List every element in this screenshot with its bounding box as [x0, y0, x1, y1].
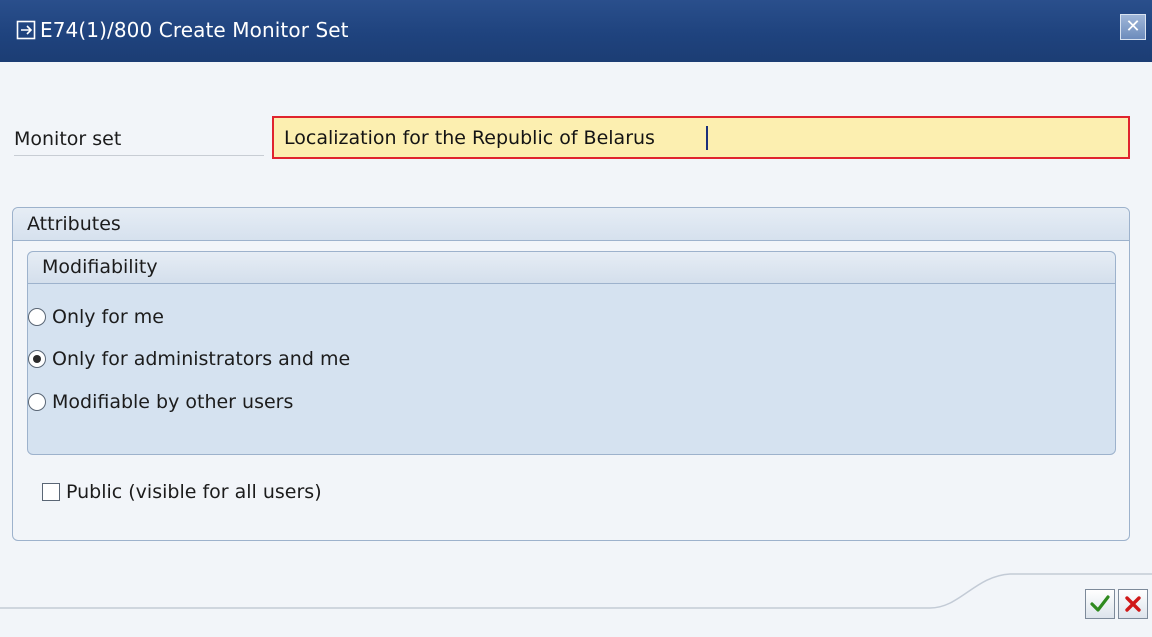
- radio-modifiable-by-others[interactable]: Modifiable by other users: [28, 387, 293, 417]
- confirm-glyph: [1090, 595, 1110, 612]
- monitor-set-input[interactable]: [274, 118, 1128, 157]
- radio-only-for-me[interactable]: Only for me: [28, 302, 164, 332]
- modifiability-header: Modifiability: [28, 252, 1115, 284]
- radio-only-for-admins-and-me[interactable]: Only for administrators and me: [28, 344, 350, 374]
- radio-button[interactable]: [28, 393, 46, 411]
- radio-button[interactable]: [28, 308, 46, 326]
- cancel-glyph: [1125, 596, 1141, 612]
- close-icon[interactable]: ✕: [1120, 14, 1146, 40]
- radio-label: Modifiable by other users: [52, 391, 294, 413]
- monitor-set-field-frame: [272, 116, 1130, 159]
- window-title: E74(1)/800 Create Monitor Set: [40, 18, 349, 42]
- radio-label: Only for me: [52, 306, 164, 328]
- attributes-header: Attributes: [13, 208, 1129, 241]
- radio-label: Only for administrators and me: [52, 348, 351, 370]
- checkmark-icon[interactable]: [1085, 589, 1115, 619]
- text-caret: [706, 126, 708, 150]
- public-checkbox-row[interactable]: Public (visible for all users): [42, 477, 322, 507]
- cancel-icon[interactable]: [1118, 589, 1148, 619]
- public-checkbox[interactable]: [42, 483, 60, 501]
- title-bar: E74(1)/800 Create Monitor Set ✕: [0, 0, 1152, 62]
- radio-button-selected[interactable]: [28, 350, 46, 368]
- window-icon: [16, 20, 36, 40]
- monitor-set-label: Monitor set: [14, 125, 264, 156]
- footer-divider: [0, 573, 1152, 609]
- public-label: Public (visible for all users): [66, 481, 322, 503]
